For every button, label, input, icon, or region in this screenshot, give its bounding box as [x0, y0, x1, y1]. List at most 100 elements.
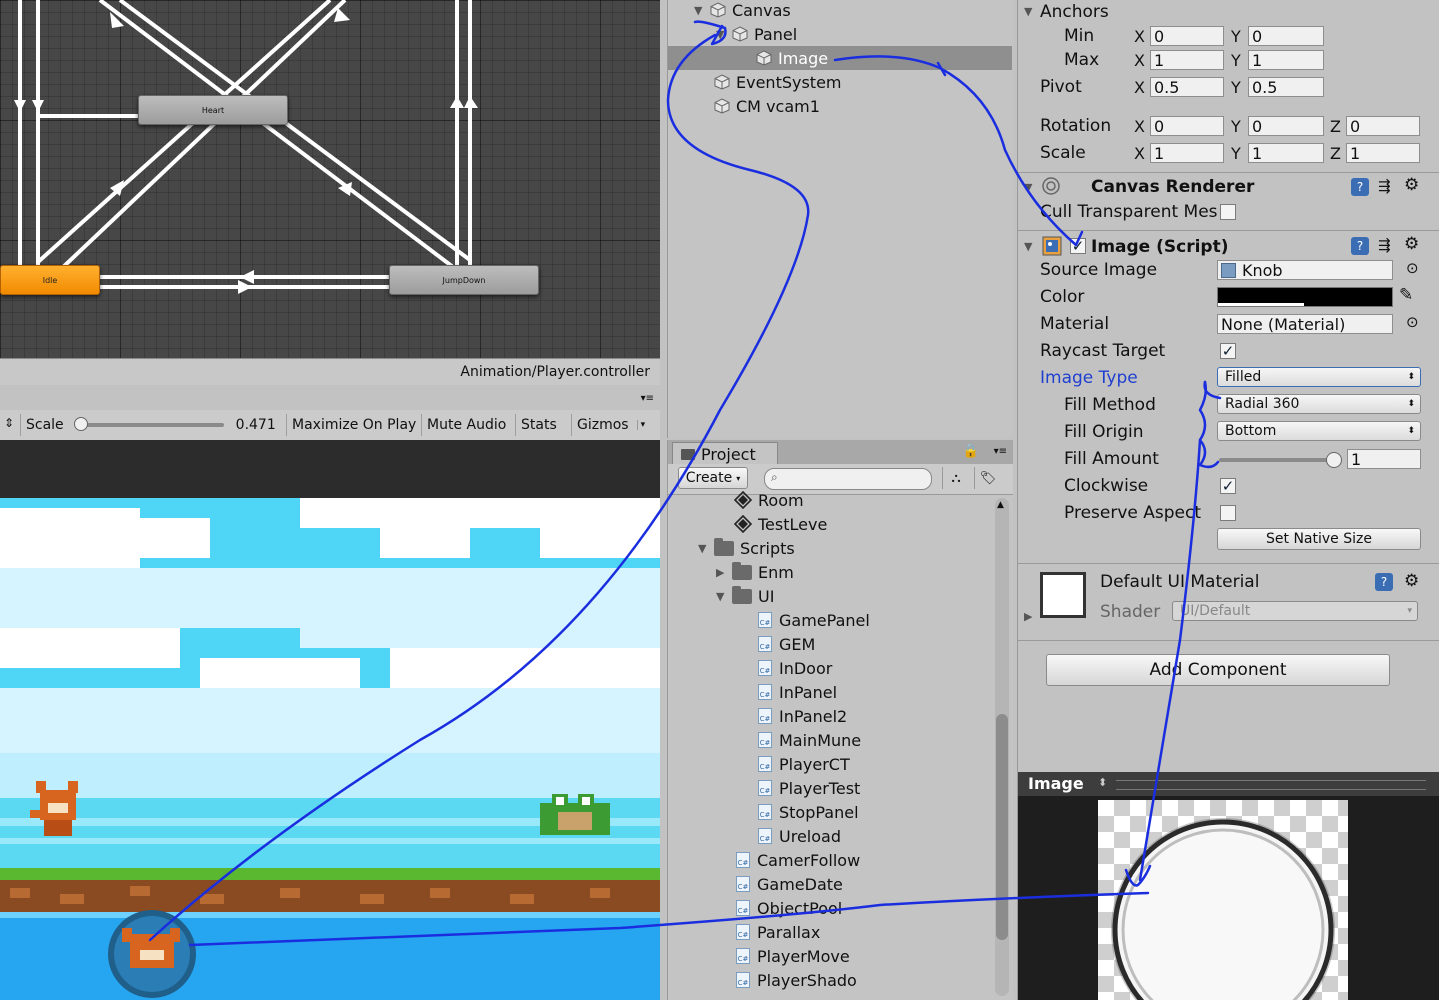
project-item[interactable]: C# PlayerTest [758, 776, 860, 800]
image-type-dropdown[interactable]: Filled ⬍ [1217, 367, 1421, 387]
clockwise-checkbox[interactable]: ✓ [1220, 478, 1236, 494]
component-foldout-icon[interactable]: ▼ [1024, 181, 1032, 194]
anchor-min-y-field[interactable]: 0 [1248, 26, 1324, 46]
scale-x-field[interactable]: 1 [1150, 143, 1224, 163]
scale-control[interactable]: Scale 0.471 [20, 414, 289, 436]
animator-graph[interactable]: Heart Idle JumpDown [0, 0, 660, 358]
project-item[interactable]: C# MainMune [758, 728, 861, 752]
rotation-x-field[interactable]: 0 [1150, 116, 1224, 136]
filter-by-label-icon[interactable]: 🏷 [974, 467, 1001, 489]
panel-menu-icon[interactable]: ▾≡ [641, 393, 654, 404]
raycast-target-checkbox[interactable]: ✓ [1220, 343, 1236, 359]
collapse-arrow-icon[interactable]: ▶ [716, 566, 732, 579]
anchor-max-y-field[interactable]: 1 [1248, 50, 1324, 70]
scale-z-field[interactable]: 1 [1346, 143, 1420, 163]
scrollbar-thumb[interactable] [996, 714, 1008, 940]
anchor-min-x-field[interactable]: 0 [1150, 26, 1224, 46]
project-item[interactable]: C# Parallax [736, 920, 820, 944]
hierarchy-item-panel[interactable]: ▼ Panel [716, 22, 1012, 46]
anchor-max-x-field[interactable]: 1 [1150, 50, 1224, 70]
object-picker-icon[interactable]: ⊙ [1406, 259, 1419, 277]
scroll-up-icon[interactable]: ▲ [997, 500, 1004, 510]
scale-y-field[interactable]: 1 [1248, 143, 1324, 163]
game-view[interactable] [0, 498, 660, 1000]
fill-amount-field[interactable]: 1 [1347, 449, 1421, 469]
hierarchy-item-image[interactable]: Image [668, 46, 1012, 70]
project-item[interactable]: C# PlayerMove [736, 944, 850, 968]
project-item[interactable]: C# Ureload [758, 824, 841, 848]
create-button[interactable]: Create ▾ [678, 467, 748, 489]
tab-project[interactable]: Project [672, 442, 778, 465]
expand-arrow-icon[interactable]: ▼ [716, 28, 732, 41]
state-heart[interactable]: Heart [138, 95, 288, 125]
hierarchy-item-eventsystem[interactable]: EventSystem [714, 70, 1012, 94]
preview-dropdown-icon[interactable]: ⬍ [1098, 776, 1107, 789]
project-item[interactable]: Room [734, 488, 804, 512]
gear-icon[interactable]: ⚙ [1404, 234, 1419, 254]
fill-amount-slider-thumb[interactable] [1326, 452, 1342, 468]
project-item[interactable]: TestLeve [734, 512, 827, 536]
cull-transparent-checkbox[interactable] [1220, 204, 1236, 220]
project-item[interactable]: C# GameDate [736, 872, 843, 896]
shader-dropdown[interactable]: UI/Default ▾ [1172, 601, 1418, 621]
source-image-field[interactable]: Knob [1217, 260, 1393, 280]
fill-amount-slider[interactable] [1219, 452, 1342, 468]
search-input[interactable]: ⌕ [764, 468, 932, 490]
mute-audio-button[interactable]: Mute Audio [421, 414, 511, 436]
gear-icon[interactable]: ⚙ [1404, 571, 1419, 591]
project-item[interactable]: ▼ UI [716, 584, 774, 608]
anchors-foldout-icon[interactable]: ▼ [1024, 5, 1032, 18]
add-component-button[interactable]: Add Component [1046, 654, 1390, 686]
material-foldout-icon[interactable]: ▶ [1024, 610, 1032, 623]
expand-arrow-icon[interactable]: ▼ [698, 542, 714, 555]
scale-slider-thumb[interactable] [73, 417, 88, 431]
scale-slider-track[interactable] [73, 417, 224, 431]
project-item[interactable]: C# InPanel [758, 680, 837, 704]
set-native-size-button[interactable]: Set Native Size [1217, 528, 1421, 550]
help-icon[interactable]: ? [1351, 178, 1369, 196]
rotation-y-field[interactable]: 0 [1248, 116, 1324, 136]
project-scrollbar[interactable]: ▲ [995, 498, 1009, 996]
maximize-on-play-button[interactable]: Maximize On Play [286, 414, 421, 436]
preset-icon[interactable]: ⇶ [1378, 177, 1391, 195]
help-icon[interactable]: ? [1351, 237, 1369, 255]
state-jumpdown[interactable]: JumpDown [389, 265, 539, 295]
preview-drag-handle[interactable] [1116, 780, 1426, 790]
project-item[interactable]: C# StopPanel [758, 800, 859, 824]
help-icon[interactable]: ? [1375, 573, 1393, 591]
project-item[interactable]: C# InDoor [758, 656, 832, 680]
project-item[interactable]: ▶ Enm [716, 560, 794, 584]
filter-by-type-icon[interactable]: ⛬ [942, 467, 969, 489]
display-dropdown-arrow-icon[interactable]: ⇕ [4, 416, 14, 430]
hierarchy-item-cm-vcam1[interactable]: CM vcam1 [714, 94, 1012, 118]
expand-arrow-icon[interactable]: ▼ [716, 590, 732, 603]
color-field[interactable] [1217, 287, 1393, 307]
object-picker-icon[interactable]: ⊙ [1406, 313, 1419, 331]
stats-button[interactable]: Stats [515, 414, 562, 436]
gizmos-button[interactable]: Gizmos ▾ [571, 414, 660, 436]
pivot-y-field[interactable]: 0.5 [1248, 77, 1324, 97]
project-item[interactable]: C# CamerFollow [736, 848, 860, 872]
project-item[interactable]: C# ObjectPool [736, 896, 842, 920]
component-enabled-checkbox[interactable]: ✓ [1070, 238, 1086, 254]
state-idle[interactable]: Idle [0, 265, 100, 295]
project-item[interactable]: C# PlayerCT [758, 752, 850, 776]
lock-icon[interactable]: 🔒 [963, 444, 979, 459]
project-item[interactable]: C# GamePanel [758, 608, 870, 632]
project-item[interactable]: ▼ Scripts [698, 536, 795, 560]
panel-menu-icon[interactable]: ▾≡ [994, 446, 1007, 457]
pivot-x-field[interactable]: 0.5 [1150, 77, 1224, 97]
hierarchy-item-canvas[interactable]: ▼ Canvas [694, 0, 1012, 22]
component-foldout-icon[interactable]: ▼ [1024, 240, 1032, 253]
rotation-z-field[interactable]: 0 [1346, 116, 1420, 136]
project-item[interactable]: C# PlayerShado [736, 968, 857, 992]
fill-origin-dropdown[interactable]: Bottom ⬍ [1217, 421, 1421, 441]
gear-icon[interactable]: ⚙ [1404, 175, 1419, 195]
preview-title[interactable]: Image [1028, 774, 1084, 793]
preserve-aspect-checkbox[interactable] [1220, 505, 1236, 521]
fill-method-dropdown[interactable]: Radial 360 ⬍ [1217, 394, 1421, 414]
eyedropper-icon[interactable]: ✎ [1399, 285, 1413, 305]
project-item[interactable]: C# GEM [758, 632, 815, 656]
preset-icon[interactable]: ⇶ [1378, 236, 1391, 254]
material-field[interactable]: None (Material) [1217, 314, 1393, 334]
